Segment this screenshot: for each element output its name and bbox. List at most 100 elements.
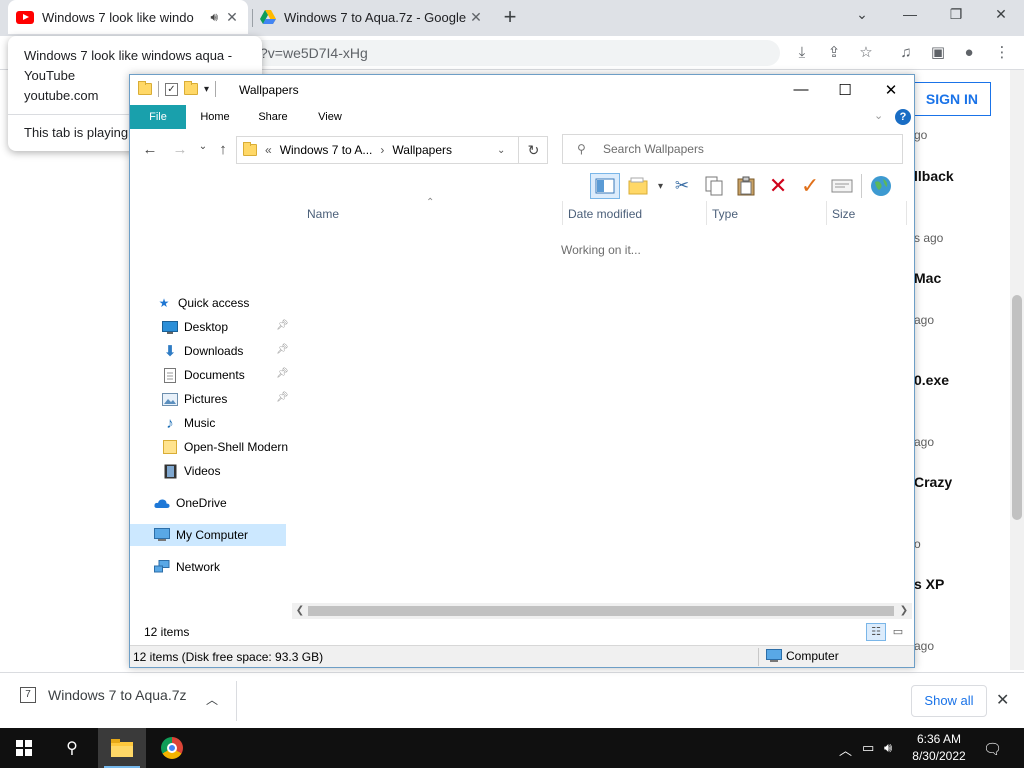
large-icons-view-icon[interactable]: ▭ [888,623,908,641]
restore-icon[interactable]: ❐ [946,6,966,23]
file-explorer-taskbar-button[interactable] [98,728,146,768]
scroll-left-icon[interactable]: ❮ [292,603,308,619]
cut-icon[interactable]: ✂ [669,173,695,199]
side-panel-icon[interactable]: ▣ [928,43,948,63]
paste-icon[interactable] [733,173,759,199]
tab-file[interactable]: File [130,105,186,129]
breadcrumb-parent[interactable]: Windows 7 to A... [280,143,373,157]
new-tab-button[interactable]: + [498,4,522,30]
customize-toolbar-icon[interactable]: ▾ [204,84,209,95]
nav-item-downloads[interactable]: ⬇ Downloads 📌︎ [162,340,289,362]
back-icon[interactable]: ← [140,141,160,158]
nav-item-my-computer[interactable]: My Computer [130,524,286,546]
details-view-icon[interactable]: ☷ [866,623,886,641]
search-input[interactable]: ⚲ Search Wallpapers [562,134,903,164]
breadcrumb-overflow[interactable]: « [265,143,272,157]
nav-item-documents[interactable]: Documents 📌︎ [162,364,289,386]
nav-item-videos[interactable]: Videos [162,460,220,482]
show-all-button[interactable]: Show all [911,685,987,717]
video-title[interactable]: 0.exe [914,372,949,388]
column-header-type[interactable]: Type [712,207,738,225]
expand-ribbon-icon[interactable]: ⌄ [874,109,883,122]
minimize-icon[interactable]: — [789,81,813,98]
properties-card-icon[interactable] [829,173,855,199]
nav-item-desktop[interactable]: Desktop 📌︎ [162,316,289,338]
copy-icon[interactable] [701,173,727,199]
tab-youtube[interactable]: Windows 7 look like windo 🔊︎ ✕ [8,0,248,34]
show-hidden-icons-icon[interactable]: ︿ [839,740,852,759]
divider [215,81,217,97]
scroll-right-icon[interactable]: ❯ [896,603,912,619]
clock[interactable]: 6:36 AM 8/30/2022 [904,731,974,765]
close-tab-icon[interactable]: ✕ [468,9,484,26]
page-scrollbar[interactable] [1010,70,1024,670]
network-icon[interactable]: ▭ [862,740,874,756]
video-title[interactable]: Mac [914,270,941,286]
nav-item-quick-access[interactable]: ★ Quick access [156,292,250,314]
tab-search-icon[interactable]: ⌄ [852,6,872,23]
menu-icon[interactable]: ⋮ [992,43,1012,63]
horizontal-scrollbar[interactable]: ❮ ❯ [292,603,912,619]
address-bar[interactable]: « Windows 7 to A... › Wallpapers ⌄ [236,136,548,164]
globe-icon[interactable] [868,173,894,199]
chrome-taskbar-button[interactable] [148,728,196,768]
nav-item-music[interactable]: ♪ Music [162,412,215,434]
tab-view[interactable]: View [308,105,352,129]
up-icon[interactable]: ↑ [213,141,233,158]
file-list-pane[interactable]: ⌃ Name Date modified Type Size Working o… [292,197,914,611]
close-window-icon[interactable]: ✕ [991,6,1011,23]
forward-icon[interactable]: → [170,141,190,158]
preview-pane-icon[interactable] [590,173,620,199]
volume-icon[interactable]: 🔊︎ [884,740,892,756]
profile-icon[interactable]: ● [959,43,979,63]
start-button[interactable] [0,728,48,768]
scrollbar-thumb[interactable] [308,606,894,616]
help-icon[interactable]: ? [895,109,911,125]
address-bar[interactable]: ?v=we5D7I4-xHg [200,40,780,66]
chevron-down-icon[interactable]: ⌄ [497,145,505,156]
video-title[interactable]: s XP [914,576,944,592]
install-icon[interactable]: ⤓ [792,43,812,63]
nav-item-onedrive[interactable]: OneDrive [154,492,227,514]
tab-share[interactable]: Share [250,105,296,129]
close-tab-icon[interactable]: ✕ [224,9,240,26]
video-title[interactable]: Crazy [914,474,952,490]
column-header-size[interactable]: Size [832,207,855,225]
tab-google-drive[interactable]: Windows 7 to Aqua.7z - Google ✕ [252,0,492,34]
maximize-icon[interactable]: ☐ [833,81,857,99]
download-item[interactable]: 7 Windows 7 to Aqua.7z [20,687,187,703]
search-icon[interactable]: ⚲ [48,728,96,768]
speaker-icon[interactable]: 🔊︎ [210,10,218,25]
column-header-name[interactable]: Name [307,207,339,225]
nav-item-network[interactable]: Network [154,556,220,578]
tab-home[interactable]: Home [192,105,238,129]
recent-locations-icon[interactable]: ⌄ [193,141,213,152]
column-header-date-modified[interactable]: Date modified [568,207,642,225]
nav-item-label: Music [184,416,216,430]
nav-item-open-shell-modern[interactable]: Open-Shell Modern [162,436,290,458]
delete-icon[interactable]: ✕ [765,173,791,199]
share-icon[interactable]: ⇪ [824,43,844,63]
new-folder-menu-icon[interactable] [626,173,652,199]
close-icon[interactable]: ✕ [879,81,903,99]
clock-date: 8/30/2022 [912,749,966,763]
media-control-icon[interactable]: ♫ [896,43,916,63]
minimize-icon[interactable]: — [900,6,920,22]
properties-icon[interactable]: ✓ [165,82,178,96]
new-folder-icon[interactable] [184,81,198,95]
video-meta: ago [914,639,935,653]
nav-item-pictures[interactable]: Pictures 📌︎ [162,388,289,410]
refresh-icon[interactable]: ↻ [518,136,548,164]
breadcrumb-current[interactable]: Wallpapers [392,143,452,157]
pictures-icon [162,392,178,406]
explorer-titlebar[interactable]: ✓ ▾ Wallpapers — ☐ ✕ [130,75,914,105]
breadcrumb-separator-icon[interactable]: › [380,143,384,157]
chevron-down-icon[interactable]: ▾ [658,181,663,192]
close-icon[interactable]: ✕ [996,690,1009,710]
chevron-up-icon[interactable]: ︿ [206,691,218,708]
bookmark-star-icon[interactable]: ☆ [856,43,876,63]
notification-icon[interactable]: 🗨︎ [983,740,1002,758]
rename-check-icon[interactable]: ✓ [797,173,823,199]
scrollbar-thumb[interactable] [1012,295,1022,520]
video-title[interactable]: llback [914,168,954,184]
